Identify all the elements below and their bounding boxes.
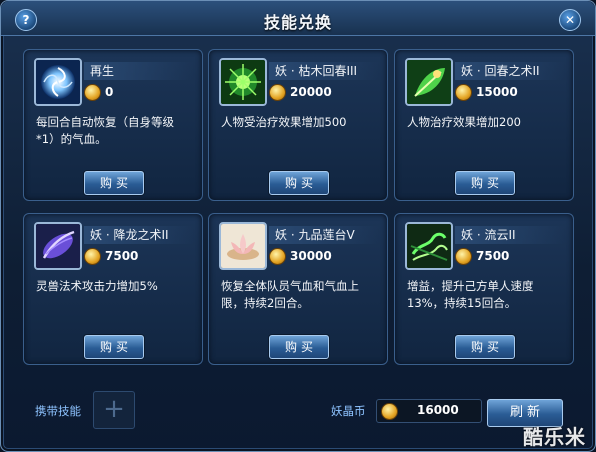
skill-name: 妖 · 回春之术II	[455, 62, 565, 80]
currency-display: 16000	[376, 399, 482, 423]
skill-card-1: 再生 0 每回合自动恢复（自身等级*1）的气血。 购买	[23, 49, 203, 201]
price-row: 30000	[269, 246, 332, 266]
skill-name: 再生	[84, 62, 194, 80]
skill-card-5: 妖 · 九品莲台V 30000 恢复全体队员气血和气血上限，持续2回合。 购买	[208, 213, 388, 365]
skill-exchange-window: ? 技能兑换 ✕ 再生 0 每回合自动恢复（自身等级*1）的气血。 购买 妖 ·…	[0, 0, 596, 452]
currency-value: 16000	[417, 403, 459, 417]
buy-button[interactable]: 购买	[84, 171, 144, 195]
skill-name: 妖 · 枯木回春III	[269, 62, 379, 80]
green-cloud-icon	[405, 222, 453, 270]
skill-price: 15000	[476, 85, 518, 99]
coin-icon	[84, 83, 101, 101]
coin-icon	[455, 83, 472, 101]
skill-description: 人物受治疗效果增加500	[221, 115, 347, 129]
green-leaf-icon	[405, 58, 453, 106]
skill-card-4: 妖 · 降龙之术II 7500 灵兽法术攻击力增加5% 购买	[23, 213, 203, 365]
swirl-orb-icon	[34, 58, 82, 106]
price-row: 20000	[269, 82, 332, 102]
price-row: 0	[84, 82, 113, 102]
coin-icon	[269, 83, 286, 101]
buy-button[interactable]: 购买	[269, 171, 329, 195]
coin-icon	[269, 247, 286, 265]
skill-name: 妖 · 九品莲台V	[269, 226, 379, 244]
skill-price: 7500	[105, 249, 139, 263]
skill-price: 20000	[290, 85, 332, 99]
watermark: 酷乐米	[523, 425, 586, 449]
window-title: 技能兑换	[263, 13, 332, 32]
skill-description: 灵兽法术攻击力增加5%	[36, 279, 158, 293]
currency-label: 妖晶币	[331, 404, 366, 418]
buy-button[interactable]: 购买	[455, 171, 515, 195]
skill-name: 妖 · 降龙之术II	[84, 226, 194, 244]
buy-button[interactable]: 购买	[455, 335, 515, 359]
skill-price: 7500	[476, 249, 510, 263]
skill-card-3: 妖 · 回春之术II 15000 人物治疗效果增加200 购买	[394, 49, 574, 201]
title-bar: ? 技能兑换 ✕	[1, 1, 595, 36]
skill-description: 人物治疗效果增加200	[407, 115, 521, 129]
lotus-icon	[219, 222, 267, 270]
coin-icon	[84, 247, 101, 265]
carry-skill-label: 携带技能	[35, 404, 81, 418]
skill-price: 0	[105, 85, 114, 99]
buy-button[interactable]: 购买	[84, 335, 144, 359]
close-button[interactable]: ✕	[559, 9, 581, 31]
price-row: 7500	[84, 246, 138, 266]
carry-skill-slot[interactable]: +	[93, 391, 135, 429]
skill-card-6: 妖 · 流云II 7500 增益，提升己方单人速度13%，持续15回合。 购买	[394, 213, 574, 365]
skill-card-2: 妖 · 枯木回春III 20000 人物受治疗效果增加500 购买	[208, 49, 388, 201]
price-row: 15000	[455, 82, 518, 102]
coin-icon	[455, 247, 472, 265]
skill-name: 妖 · 流云II	[455, 226, 565, 244]
skill-price: 30000	[290, 249, 332, 263]
green-sparkle-icon	[219, 58, 267, 106]
skill-description: 每回合自动恢复（自身等级*1）的气血。	[36, 115, 174, 146]
coin-icon	[381, 403, 398, 420]
skill-description: 增益，提升己方单人速度13%，持续15回合。	[407, 279, 534, 310]
purple-claw-icon	[34, 222, 82, 270]
skill-description: 恢复全体队员气血和气血上限，持续2回合。	[221, 279, 359, 310]
buy-button[interactable]: 购买	[269, 335, 329, 359]
price-row: 7500	[455, 246, 509, 266]
